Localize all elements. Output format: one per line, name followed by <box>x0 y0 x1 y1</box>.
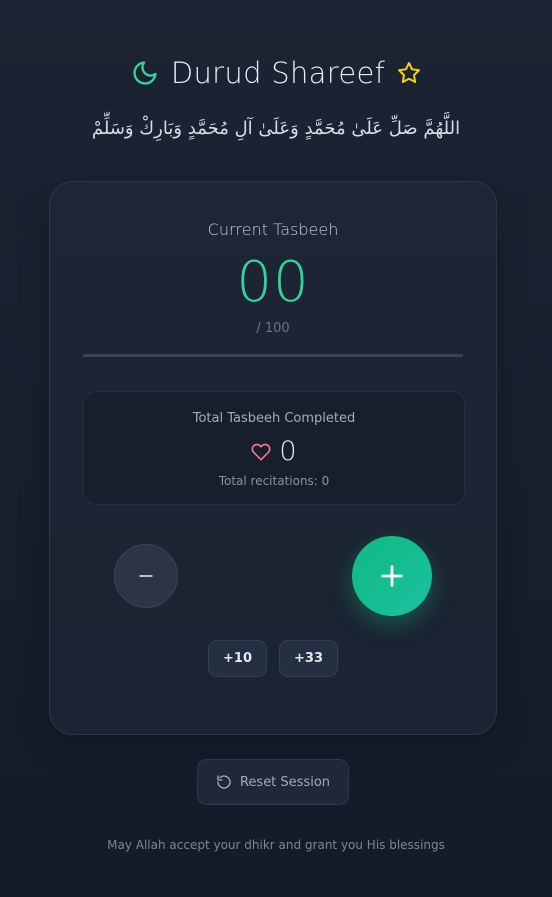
current-count: 00 <box>236 250 310 315</box>
total-tasbeeh-count: 0 <box>279 436 297 467</box>
page-title: Durud Shareef <box>170 56 386 90</box>
increment-button[interactable] <box>352 536 432 616</box>
total-tasbeeh-panel: Total Tasbeeh Completed 0 Total recitati… <box>83 391 465 505</box>
decrement-button[interactable] <box>114 544 178 608</box>
rotate-ccw-icon <box>216 774 232 790</box>
counter-card: Current Tasbeeh 00 / 100 Total Tasbeeh C… <box>49 181 497 735</box>
current-tasbeeh-label: Current Tasbeeh <box>207 220 339 239</box>
minus-icon <box>136 566 156 586</box>
plus-icon <box>378 562 406 590</box>
star-icon <box>397 61 421 85</box>
app-header: Durud Shareef <box>0 56 552 90</box>
total-tasbeeh-label: Total Tasbeeh Completed <box>192 411 356 426</box>
total-recitations: Total recitations: 0 <box>218 474 330 488</box>
add-33-button[interactable]: +33 <box>279 640 338 677</box>
total-tasbeeh-row: 0 <box>84 436 464 467</box>
durud-arabic-text: اللَّهُمَّ صَلِّ عَلَىٰ مُحَمَّدٍ وَعَلَ… <box>91 118 461 139</box>
reset-session-button[interactable]: Reset Session <box>197 759 349 805</box>
footer-blessing: May Allah accept your dhikr and grant yo… <box>107 838 445 852</box>
add-10-button[interactable]: +10 <box>208 640 267 677</box>
progress-bar <box>83 354 463 357</box>
moon-icon <box>131 59 159 87</box>
reset-session-label: Reset Session <box>239 774 331 790</box>
target-count: / 100 <box>256 321 290 336</box>
heart-icon <box>251 442 271 462</box>
